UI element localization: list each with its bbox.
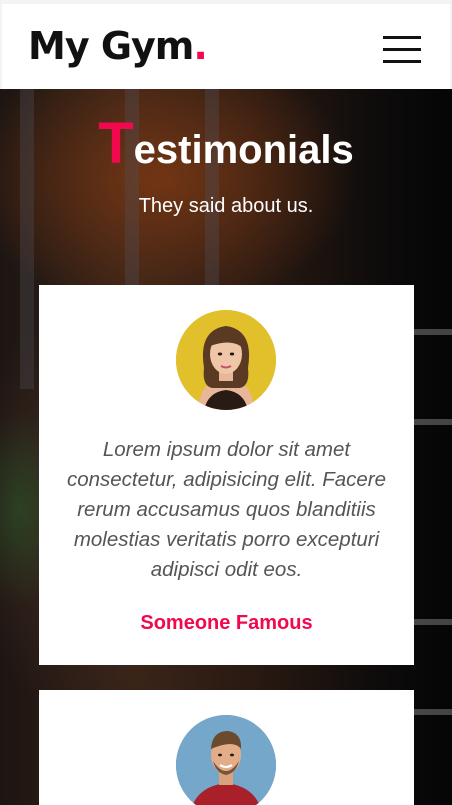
logo[interactable]: My Gym. <box>28 24 208 68</box>
menu-line <box>383 48 421 51</box>
logo-dot: . <box>193 24 207 68</box>
section-title: Testimonials <box>0 110 452 177</box>
man-portrait-icon <box>176 715 276 805</box>
woman-avatar <box>176 310 276 410</box>
woman-portrait-icon <box>176 310 276 410</box>
background-stripe <box>412 419 452 425</box>
testimonial-author[interactable]: Someone Famous <box>39 612 414 635</box>
title-first-letter: T <box>98 111 134 176</box>
menu-line <box>383 60 421 63</box>
testimonial-quote: Lorem ipsum dolor sit amet consectetur, … <box>66 438 387 581</box>
site-header: My Gym. <box>0 0 452 89</box>
logo-text: My Gym <box>28 24 194 68</box>
section-subtitle: They said about us. <box>138 195 314 217</box>
title-rest: estimonials <box>133 128 354 172</box>
man-avatar <box>176 715 276 805</box>
hamburger-icon[interactable] <box>380 33 424 65</box>
testimonial-card <box>39 690 414 805</box>
menu-line <box>383 36 421 39</box>
testimonial-card: Lorem ipsum dolor sit amet consectetur, … <box>39 285 414 665</box>
